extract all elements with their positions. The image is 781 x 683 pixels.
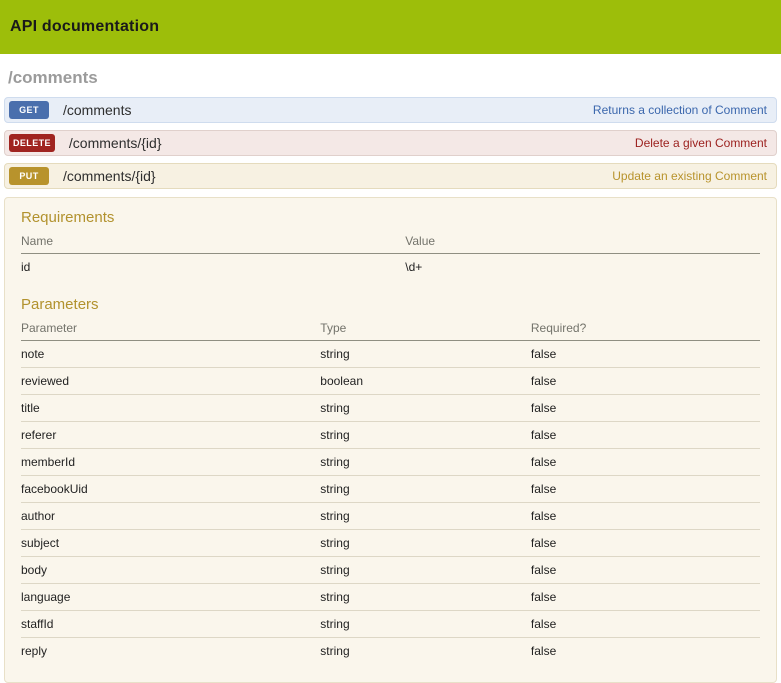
table-row: replystringfalse bbox=[21, 638, 760, 665]
parameters-parameter-cell: reviewed bbox=[21, 368, 320, 395]
parameters-parameter-cell: subject bbox=[21, 530, 320, 557]
parameters-heading: Parameters bbox=[21, 296, 760, 313]
operation-row-delete[interactable]: DELETE /comments/{id} Delete a given Com… bbox=[4, 130, 777, 156]
parameters-parameter-cell: staffId bbox=[21, 611, 320, 638]
http-method-badge-get: GET bbox=[9, 101, 49, 119]
operation-row-get[interactable]: GET /comments Returns a collection of Co… bbox=[4, 97, 777, 123]
parameters-type-cell: string bbox=[320, 395, 531, 422]
parameters-col-type: Type bbox=[320, 316, 531, 341]
requirements-col-value: Value bbox=[405, 229, 760, 254]
parameters-required-cell: false bbox=[531, 611, 760, 638]
parameters-parameter-cell: reply bbox=[21, 638, 320, 665]
parameters-parameter-cell: facebookUid bbox=[21, 476, 320, 503]
table-row: id\d+ bbox=[21, 254, 760, 281]
operation-path: /comments/{id} bbox=[63, 168, 156, 184]
parameters-type-cell: boolean bbox=[320, 368, 531, 395]
operation-path: /comments bbox=[63, 102, 131, 118]
table-row: staffIdstringfalse bbox=[21, 611, 760, 638]
parameters-type-cell: string bbox=[320, 422, 531, 449]
operation-row-put[interactable]: PUT /comments/{id} Update an existing Co… bbox=[4, 163, 777, 189]
parameters-col-parameter: Parameter bbox=[21, 316, 320, 341]
table-row: authorstringfalse bbox=[21, 503, 760, 530]
parameters-parameter-cell: author bbox=[21, 503, 320, 530]
requirements-header-row: Name Value bbox=[21, 229, 760, 254]
parameters-required-cell: false bbox=[531, 530, 760, 557]
table-row: subjectstringfalse bbox=[21, 530, 760, 557]
operation-path: /comments/{id} bbox=[69, 135, 162, 151]
parameters-required-cell: false bbox=[531, 368, 760, 395]
parameters-type-cell: string bbox=[320, 476, 531, 503]
parameters-parameter-cell: language bbox=[21, 584, 320, 611]
requirements-table: Name Value id\d+ bbox=[21, 229, 760, 280]
requirements-col-name: Name bbox=[21, 229, 405, 254]
parameters-type-cell: string bbox=[320, 449, 531, 476]
parameters-parameter-cell: referer bbox=[21, 422, 320, 449]
operation-description-link[interactable]: Update an existing Comment bbox=[612, 169, 767, 183]
app-header: API documentation bbox=[0, 0, 781, 54]
parameters-required-cell: false bbox=[531, 449, 760, 476]
parameters-required-cell: false bbox=[531, 503, 760, 530]
table-row: memberIdstringfalse bbox=[21, 449, 760, 476]
table-row: refererstringfalse bbox=[21, 422, 760, 449]
table-row: reviewedbooleanfalse bbox=[21, 368, 760, 395]
api-doc-main: /comments GET /comments Returns a collec… bbox=[0, 68, 781, 683]
operation-detail-panel: Requirements Name Value id\d+ Parameters… bbox=[4, 197, 777, 683]
parameters-col-required: Required? bbox=[531, 316, 760, 341]
parameters-parameter-cell: note bbox=[21, 341, 320, 368]
page-title: API documentation bbox=[10, 18, 159, 36]
parameters-type-cell: string bbox=[320, 530, 531, 557]
parameters-parameter-cell: memberId bbox=[21, 449, 320, 476]
http-method-badge-put: PUT bbox=[9, 167, 49, 185]
parameters-required-cell: false bbox=[531, 638, 760, 665]
parameters-type-cell: string bbox=[320, 611, 531, 638]
parameters-type-cell: string bbox=[320, 638, 531, 665]
table-row: languagestringfalse bbox=[21, 584, 760, 611]
http-method-badge-delete: DELETE bbox=[9, 134, 55, 152]
parameters-parameter-cell: title bbox=[21, 395, 320, 422]
parameters-required-cell: false bbox=[531, 584, 760, 611]
parameters-type-cell: string bbox=[320, 503, 531, 530]
requirements-value-cell: \d+ bbox=[405, 254, 760, 281]
parameters-required-cell: false bbox=[531, 557, 760, 584]
operation-description-link[interactable]: Returns a collection of Comment bbox=[593, 103, 767, 117]
parameters-type-cell: string bbox=[320, 557, 531, 584]
table-row: titlestringfalse bbox=[21, 395, 760, 422]
parameters-parameter-cell: body bbox=[21, 557, 320, 584]
requirements-heading: Requirements bbox=[21, 209, 760, 226]
parameters-required-cell: false bbox=[531, 422, 760, 449]
resource-section-title: /comments bbox=[8, 68, 773, 88]
parameters-required-cell: false bbox=[531, 341, 760, 368]
parameters-required-cell: false bbox=[531, 395, 760, 422]
table-row: bodystringfalse bbox=[21, 557, 760, 584]
parameters-table: Parameter Type Required? notestringfalse… bbox=[21, 316, 760, 664]
table-row: notestringfalse bbox=[21, 341, 760, 368]
parameters-type-cell: string bbox=[320, 584, 531, 611]
parameters-type-cell: string bbox=[320, 341, 531, 368]
table-row: facebookUidstringfalse bbox=[21, 476, 760, 503]
parameters-required-cell: false bbox=[531, 476, 760, 503]
parameters-header-row: Parameter Type Required? bbox=[21, 316, 760, 341]
operation-description-link[interactable]: Delete a given Comment bbox=[635, 136, 767, 150]
requirements-name-cell: id bbox=[21, 254, 405, 281]
